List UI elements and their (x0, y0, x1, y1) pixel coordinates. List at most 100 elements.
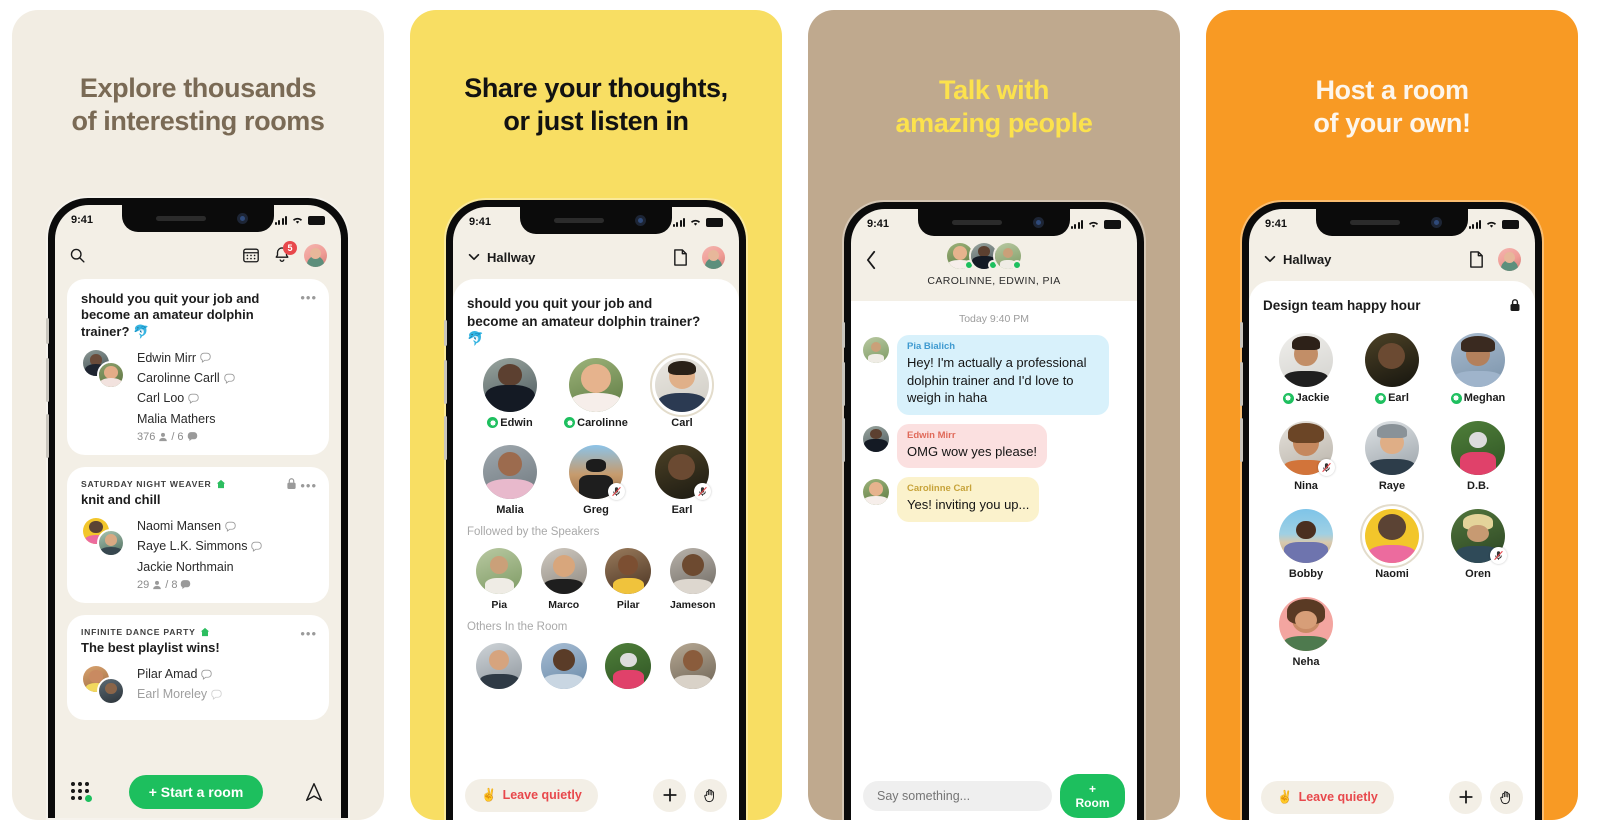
more-options-icon[interactable]: ••• (300, 291, 317, 304)
speaker-tile[interactable]: Oren (1435, 509, 1521, 580)
followed-by-speakers-label: Followed by the Speakers (467, 525, 600, 538)
message-sender: Pia Bialich (907, 341, 956, 352)
speaker-name-row: Oren (1465, 568, 1491, 580)
cellular-signal-icon (672, 217, 685, 227)
speaker-name-row: Carolinne (564, 417, 628, 429)
room-card[interactable]: ••• INFINITE DANCE PARTY The best playli… (67, 614, 329, 720)
chevron-down-icon (1264, 255, 1276, 263)
document-icon[interactable] (672, 248, 689, 267)
person-tile[interactable]: Pia (467, 547, 532, 611)
avatar-stack (81, 664, 127, 708)
speaker-name: Edwin (500, 416, 533, 429)
message-input[interactable] (863, 781, 1052, 811)
room-nav-bar: Hallway (1249, 239, 1535, 279)
message-avatar (863, 479, 889, 506)
more-options-icon[interactable]: ••• (300, 479, 317, 492)
person-tile[interactable] (661, 642, 726, 694)
person-tile[interactable] (467, 642, 532, 694)
speaker-tile[interactable]: Earl (1349, 333, 1435, 404)
speaker-tile[interactable]: Nina (1263, 421, 1349, 492)
speaker-name: Greg (583, 503, 609, 516)
notifications-bell[interactable]: 5 (273, 241, 297, 264)
room-title: should you quit your job and become an a… (467, 296, 701, 347)
room-card[interactable]: ••• SATURDAY NIGHT WEAVER knit and chill (67, 466, 329, 603)
hallway-back-button[interactable]: Hallway (1263, 252, 1331, 267)
chat-bubble-icon (187, 432, 197, 442)
calendar-icon[interactable] (242, 246, 260, 264)
more-options-icon[interactable]: ••• (300, 627, 317, 640)
speaker-avatar (1279, 509, 1333, 563)
speaker-tile[interactable]: Raye (1349, 421, 1435, 492)
host-badge-icon (1375, 392, 1387, 404)
phone-screen: 9:41 (55, 205, 341, 818)
speaker-tile[interactable]: Jackie (1263, 333, 1349, 404)
room-sheet[interactable]: Design team happy hour Jackie Earl Megha… (1249, 281, 1535, 820)
speaker-tile[interactable]: Bobby (1263, 509, 1349, 580)
panel-headline: Explore thousands of interesting rooms (71, 73, 325, 136)
peace-hand-emoji: ✌️ (1277, 789, 1293, 804)
person-tile[interactable]: Pilar (596, 547, 661, 611)
chat-thread[interactable]: Today 9:40 PM Pia Bialich Hey! I'm actua… (851, 301, 1137, 820)
person-avatar (605, 642, 652, 689)
speaker-tile[interactable]: Carolinne (553, 357, 639, 429)
speaker-avatar (569, 357, 623, 412)
back-chevron-icon[interactable] (865, 250, 878, 274)
speaker-list: Edwin Mirr Carolinne Carll Carl Loo Mali… (137, 348, 315, 429)
person-icon (153, 580, 162, 589)
chat-message: Carolinne Carl Yes! inviting you up... (863, 477, 1125, 522)
raise-hand-button[interactable] (694, 778, 727, 812)
phone-mockup: 9:41 Hallway (1240, 202, 1542, 820)
hallway-back-button[interactable]: Hallway (467, 250, 535, 265)
room-title: knit and chill (81, 491, 161, 507)
speaker-tile[interactable]: Carl (639, 352, 725, 429)
avatar[interactable] (304, 243, 327, 267)
start-a-room-button[interactable]: + Start a room (128, 775, 264, 809)
others-in-room-label: Others In the Room (467, 620, 568, 633)
chat-bubble-icon (224, 373, 235, 384)
add-people-button[interactable] (653, 778, 686, 812)
raise-hand-button[interactable] (1490, 780, 1523, 814)
speaker-tile[interactable]: Neha (1263, 597, 1349, 668)
speaker-name: Raye (1378, 480, 1406, 492)
speaker-list: Naomi Mansen Raye L.K. Simmons Jackie No… (137, 516, 315, 577)
speaker-tile[interactable]: Naomi (1349, 504, 1435, 580)
status-time: 9:41 (71, 214, 94, 226)
speaker-name: Earl (671, 503, 693, 516)
speaker-name: Pilar Amad (137, 667, 198, 681)
room-sheet[interactable]: should you quit your job and become an a… (453, 279, 739, 820)
paper-plane-icon[interactable] (303, 781, 325, 803)
speaker-tile[interactable]: Malia (467, 444, 553, 516)
speaker-name-row: Naomi (1375, 568, 1409, 580)
person-tile[interactable] (532, 642, 597, 694)
speaker-tile[interactable]: Meghan (1435, 333, 1521, 404)
host-badge-icon (564, 417, 576, 429)
message-text: OMG wow yes please! (907, 443, 1038, 459)
speaker-name: Raye L.K. Simmons (137, 539, 248, 554)
speaker-tile[interactable]: Greg (553, 444, 639, 516)
document-icon[interactable] (1468, 250, 1485, 269)
person-tile[interactable]: Jameson (661, 547, 726, 611)
leave-quietly-button[interactable]: ✌️ Leave quietly (1261, 780, 1394, 814)
person-avatar (540, 547, 587, 594)
room-card[interactable]: ••• should you quit your job and become … (67, 279, 329, 455)
leave-quietly-button[interactable]: ✌️ Leave quietly (465, 778, 598, 812)
avatar[interactable] (1498, 247, 1521, 271)
avatar[interactable] (702, 245, 725, 269)
person-avatar (605, 547, 652, 594)
speaker-tile[interactable]: D.B. (1435, 421, 1521, 492)
speaker-tile[interactable]: Earl (639, 444, 725, 516)
hallway-feed[interactable]: ••• should you quit your job and become … (55, 275, 341, 818)
listener-count: 376 (137, 430, 156, 443)
speaker-name-row: Nina (1294, 480, 1318, 492)
speaker-name-row: Meghan (1450, 392, 1505, 404)
room-club-name: SATURDAY NIGHT WEAVER (81, 479, 315, 489)
create-room-button[interactable]: + Room (1060, 774, 1125, 818)
phone-screen: 9:41 (851, 209, 1137, 820)
search-icon[interactable] (69, 247, 86, 264)
speaker-tile[interactable]: Edwin (467, 357, 553, 429)
add-people-button[interactable] (1449, 780, 1482, 814)
person-tile[interactable]: Marco (532, 547, 597, 611)
hallway-label: Hallway (487, 249, 536, 265)
person-tile[interactable] (596, 642, 661, 694)
grid-dots-icon[interactable] (71, 782, 92, 802)
